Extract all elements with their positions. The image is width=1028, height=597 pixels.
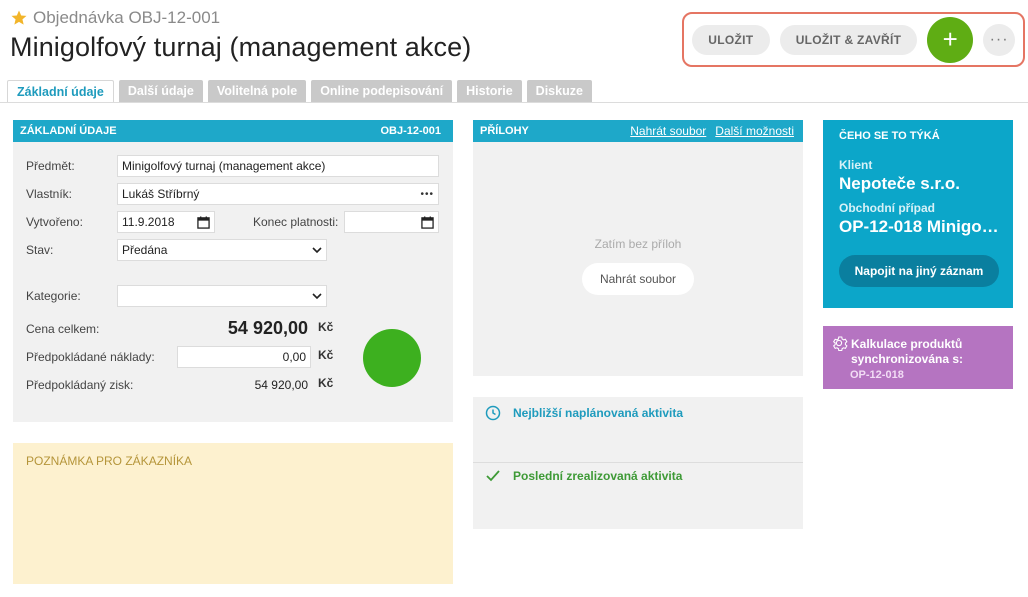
add-button[interactable]: +	[927, 16, 974, 63]
toolbar: ULOŽIT ULOŽIT & ZAVŘÍT + ···	[682, 12, 1025, 67]
breadcrumb: Objednávka OBJ-12-001	[10, 8, 220, 28]
more-options-button[interactable]: ···	[983, 23, 1015, 56]
chevron-down-icon	[312, 246, 322, 253]
basic-data-panel: ZÁKLADNÍ ÚDAJE OBJ-12-001 Předmět: Minig…	[13, 120, 453, 422]
page-title: Minigolfový turnaj (management akce)	[10, 32, 472, 62]
client-label: Klient	[839, 158, 873, 172]
status-select[interactable]: Předána	[117, 239, 327, 261]
created-label: Vytvořeno:	[26, 215, 83, 229]
tab-history[interactable]: Historie	[457, 80, 522, 102]
status-value: Předána	[122, 243, 168, 257]
tab-online-signing[interactable]: Online podepisování	[311, 80, 453, 102]
related-title: ČEHO SE TO TÝKÁ	[839, 130, 940, 142]
tab-custom-fields[interactable]: Volitelná pole	[207, 80, 307, 102]
clock-icon	[485, 405, 501, 421]
next-activity-label: Nejbližší naplánovaná aktivita	[513, 406, 684, 420]
status-label: Stav:	[26, 243, 54, 257]
validity-label: Konec platnosti:	[253, 215, 339, 229]
status-indicator	[363, 329, 421, 387]
upload-file-link[interactable]: Nahrát soubor	[630, 124, 706, 138]
category-select[interactable]	[117, 285, 327, 307]
owner-value: Lukáš Stříbrný	[122, 187, 200, 201]
created-date-input[interactable]: 11.9.2018	[117, 211, 215, 233]
breadcrumb-label: Objednávka OBJ-12-001	[33, 8, 221, 27]
created-value: 11.9.2018	[122, 215, 175, 229]
case-label: Obchodní případ	[839, 201, 935, 215]
more-options-link[interactable]: Další možnosti	[715, 124, 794, 138]
activities-divider	[473, 462, 803, 463]
tab-discussion[interactable]: Diskuze	[526, 80, 592, 102]
checkmark-icon	[486, 470, 500, 482]
attachments-header: PŘÍLOHY Nahrát soubor Další možnosti	[473, 120, 803, 142]
gear-icon	[832, 336, 848, 352]
owner-input[interactable]: Lukáš Stříbrný •••	[117, 183, 439, 205]
attachments-title: PŘÍLOHY	[480, 125, 529, 137]
basic-data-header: ZÁKLADNÍ ÚDAJE OBJ-12-001	[13, 120, 453, 142]
costs-label: Předpokládané náklady:	[26, 350, 155, 364]
save-close-button[interactable]: ULOŽIT & ZAVŘÍT	[779, 24, 918, 55]
tab-basic-data[interactable]: Základní údaje	[7, 80, 114, 103]
related-panel: ČEHO SE TO TÝKÁ Klient Nepoteče s.r.o. O…	[823, 120, 1013, 308]
category-label: Kategorie:	[26, 289, 81, 303]
attachments-panel: PŘÍLOHY Nahrát soubor Další možnosti Zat…	[473, 120, 803, 376]
chevron-down-icon	[312, 292, 322, 299]
tab-bar: Základní údaje Další údaje Volitelná pol…	[7, 80, 592, 103]
last-activity[interactable]: Poslední zrealizovaná aktivita	[485, 469, 682, 483]
total-label: Cena celkem:	[26, 322, 100, 336]
owner-label: Vlastník:	[26, 187, 73, 201]
subject-label: Předmět:	[26, 159, 75, 173]
basic-data-title: ZÁKLADNÍ ÚDAJE	[20, 125, 117, 137]
case-value[interactable]: OP-12-018 Minigo…	[839, 217, 1003, 237]
link-record-button[interactable]: Napojit na jiný záznam	[839, 255, 999, 287]
upload-file-button[interactable]: Nahrát soubor	[582, 263, 694, 295]
profit-value: 54 920,00	[254, 378, 308, 392]
tabs-divider	[0, 102, 1028, 103]
save-button[interactable]: ULOŽIT	[692, 24, 770, 55]
profit-label: Předpokládaný zisk:	[26, 378, 134, 392]
subject-input[interactable]: Minigolfový turnaj (management akce)	[117, 155, 439, 177]
owner-more-icon[interactable]: •••	[420, 189, 434, 200]
next-activity[interactable]: Nejbližší naplánovaná aktivita	[485, 405, 683, 421]
calculation-sync-panel: Kalkulace produktů synchronizována s: OP…	[823, 326, 1013, 389]
customer-note-panel[interactable]: POZNÁMKA PRO ZÁKAZNÍKA	[13, 443, 453, 584]
total-currency: Kč	[318, 320, 334, 334]
calendar-icon[interactable]	[197, 215, 210, 229]
attachments-empty-text: Zatím bez příloh	[594, 237, 682, 251]
plus-icon: +	[942, 24, 958, 54]
activities-panel: Nejbližší naplánovaná aktivita Poslední …	[473, 397, 803, 529]
star-icon[interactable]	[10, 9, 28, 27]
costs-currency: Kč	[318, 348, 334, 362]
costs-value: 0,00	[282, 350, 306, 364]
profit-currency: Kč	[318, 376, 334, 390]
calculation-sync-ref[interactable]: OP-12-018	[850, 369, 904, 381]
calendar-icon[interactable]	[421, 215, 434, 229]
subject-value: Minigolfový turnaj (management akce)	[122, 159, 326, 173]
total-value: 54 920,00	[227, 318, 308, 338]
client-value[interactable]: Nepoteče s.r.o.	[839, 174, 1003, 194]
customer-note-title: POZNÁMKA PRO ZÁKAZNÍKA	[26, 454, 193, 468]
calculation-sync-text: Kalkulace produktů synchronizována s:	[851, 337, 964, 366]
tab-more-data[interactable]: Další údaje	[118, 80, 203, 102]
ellipsis-icon: ···	[989, 30, 1009, 48]
costs-input[interactable]: 0,00	[177, 346, 311, 368]
validity-date-input[interactable]	[344, 211, 439, 233]
last-activity-label: Poslední zrealizovaná aktivita	[513, 469, 683, 483]
order-code: OBJ-12-001	[380, 125, 441, 137]
